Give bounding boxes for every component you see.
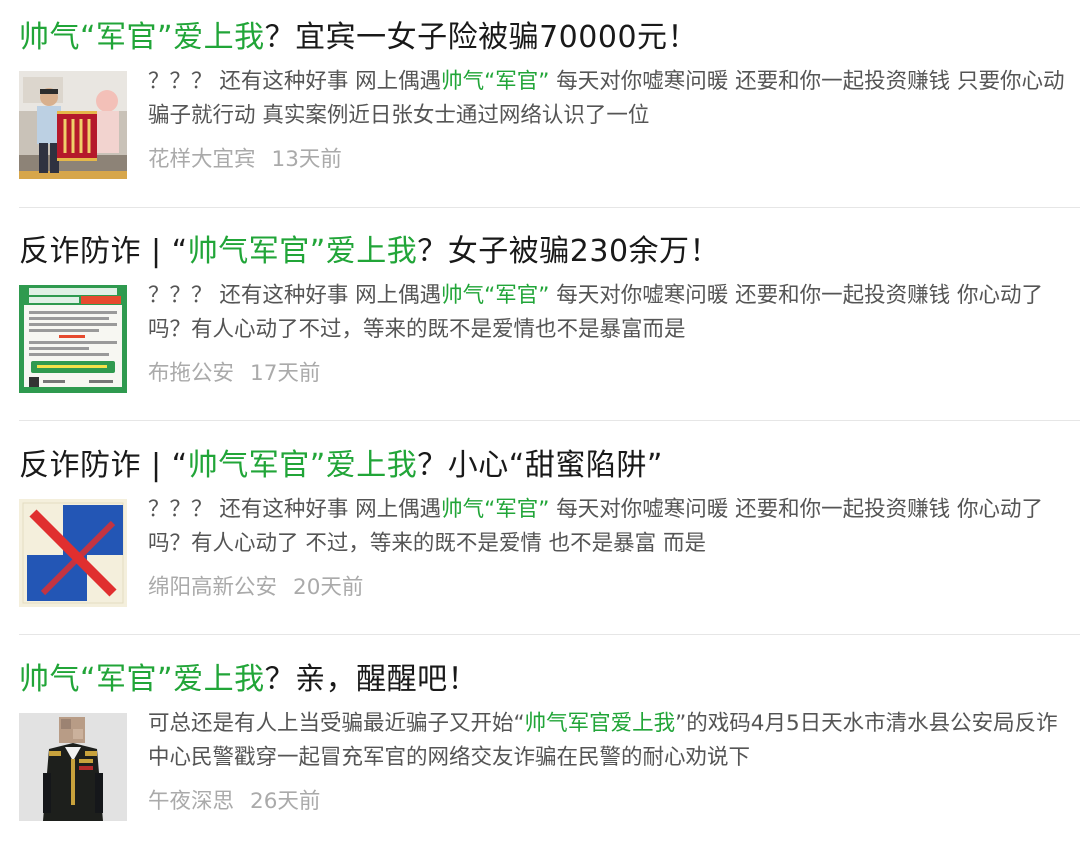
summary-highlight: 帅气“军官” [441,283,550,308]
summary-text: 可总还是有人上当受骗最近骗子又开始“ [148,711,525,736]
summary-highlight: 帅气军官爱上我 [524,711,676,736]
article-meta: 布拖公安 17天前 [148,357,320,391]
article-title[interactable]: 帅气“军官”爱上我？亲，醒醒吧！ [19,657,478,703]
publish-time: 17天前 [250,361,321,386]
divider [19,634,1080,635]
title-highlight: 帅气“军官”爱上我 [19,662,265,697]
title-highlight: 帅气军官”爱上我 [187,234,418,269]
article-thumbnail[interactable] [19,71,127,179]
article-meta: 午夜深思 26天前 [148,785,320,819]
article-thumbnail[interactable] [19,499,127,607]
title-text: 反诈防诈 | “ [19,234,188,269]
account-name[interactable]: 绵阳高新公安 [148,575,277,600]
article-summary: 可总还是有人上当受骗最近骗子又开始“帅气军官爱上我”的戏码4月5日天水市清水县公… [148,707,1073,775]
publish-time: 26天前 [250,789,321,814]
police-banner-photo [19,71,127,179]
summary-text: ？？？ 还有这种好事 网上偶遇 [148,497,442,522]
article-meta: 花样大宜宾 13天前 [148,143,342,177]
article-title[interactable]: 反诈防诈 | “帅气军官”爱上我？小心“甜蜜陷阱” [19,443,663,489]
summary-text: ？？？ 还有这种好事 网上偶遇 [148,69,442,94]
anti-fraud-logo [19,499,127,607]
publish-time: 13天前 [271,147,342,172]
article-meta: 绵阳高新公安 20天前 [148,571,363,605]
title-highlight: 帅气军官”爱上我 [187,448,418,483]
officer-photo [19,713,127,821]
summary-text: ？？？ 还有这种好事 网上偶遇 [148,283,442,308]
publish-time: 20天前 [293,575,364,600]
article-thumbnail[interactable] [19,285,127,393]
divider [19,420,1080,421]
article-title[interactable]: 反诈防诈 | “帅气军官”爱上我？女子被骗230余万！ [19,229,720,275]
summary-highlight: 帅气“军官” [441,69,550,94]
article-summary: ？？？ 还有这种好事 网上偶遇帅气“军官” 每天对你嘘寒问暖 还要和你一起投资赚… [148,279,1073,347]
title-highlight: 帅气“军官”爱上我 [19,20,265,55]
article-summary: ？？？ 还有这种好事 网上偶遇帅气“军官” 每天对你嘘寒问暖 还要和你一起投资赚… [148,493,1073,561]
summary-highlight: 帅气“军官” [441,497,550,522]
anti-fraud-poster [19,285,127,393]
title-text: 反诈防诈 | “ [19,448,188,483]
account-name[interactable]: 午夜深思 [148,789,234,814]
search-results-feed: 帅气“军官”爱上我？宜宾一女子险被骗70000元！ ？？？ 还有这种好事 网上偶… [0,0,1080,844]
article-thumbnail[interactable] [19,713,127,821]
title-text: ？宜宾一女子险被骗70000元！ [264,20,699,55]
article-title[interactable]: 帅气“军官”爱上我？宜宾一女子险被骗70000元！ [19,15,698,61]
article-summary: ？？？ 还有这种好事 网上偶遇帅气“军官” 每天对你嘘寒问暖 还要和你一起投资赚… [148,65,1073,133]
account-name[interactable]: 花样大宜宾 [148,147,256,172]
title-text: ？小心“甜蜜陷阱” [417,448,663,483]
divider [19,207,1080,208]
title-text: ？亲，醒醒吧！ [264,662,479,697]
title-text: ？女子被骗230余万！ [417,234,721,269]
account-name[interactable]: 布拖公安 [148,361,234,386]
